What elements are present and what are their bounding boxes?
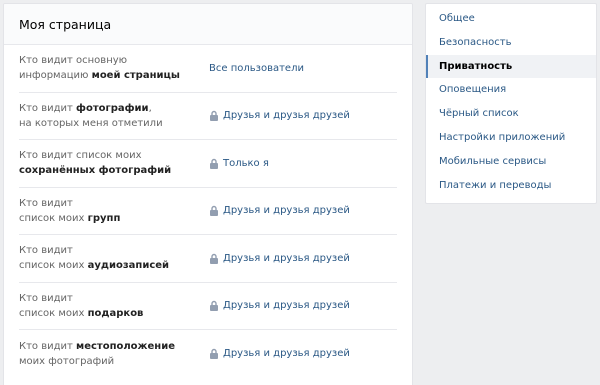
menu-item-general[interactable]: Общее <box>426 7 596 31</box>
label-text: Кто видит <box>19 197 73 209</box>
row-label: Кто видит список моих сохранённых фотогр… <box>19 148 209 178</box>
privacy-row-photo-location: Кто видит местоположение моих фотографий… <box>19 330 397 378</box>
privacy-row-tagged-photos: Кто видит фотографии, на которых меня от… <box>19 93 397 140</box>
privacy-settings-card: Моя страница Кто видит основную информац… <box>3 3 413 385</box>
privacy-value-text: Друзья и друзья друзей <box>223 300 350 312</box>
label-emphasis: подарков <box>87 307 144 319</box>
label-text: Кто видит <box>19 340 77 352</box>
privacy-value-text: Только я <box>223 157 269 169</box>
row-label: Кто видит фотографии, на которых меня от… <box>19 101 209 131</box>
row-label: Кто видит основную информацию моей стран… <box>19 53 209 83</box>
settings-nav-menu: Общее Безопасность Приватность Оповещени… <box>425 3 597 204</box>
page-title: Моя страница <box>19 16 112 32</box>
menu-item-notifications[interactable]: Оповещения <box>426 78 596 102</box>
lock-icon <box>210 158 218 169</box>
label-text: список моих <box>19 212 88 224</box>
lock-icon <box>210 111 218 122</box>
label-text: Кто видит <box>19 102 77 114</box>
privacy-value-text: Друзья и друзья друзей <box>223 348 350 360</box>
menu-item-security[interactable]: Безопасность <box>426 31 596 55</box>
card-header: Моя страница <box>4 4 412 45</box>
menu-item-privacy[interactable]: Приватность <box>426 54 596 79</box>
label-emphasis: сохранённых фотографий <box>19 165 172 177</box>
label-emphasis: аудиозаписей <box>87 260 170 272</box>
label-emphasis: моей страницы <box>91 70 180 82</box>
row-label: Кто видит список моих подарков <box>19 291 209 321</box>
menu-item-blacklist[interactable]: Чёрный список <box>426 102 596 126</box>
label-text: на которых меня отметили <box>19 117 163 129</box>
label-text: Кто видит основную <box>19 55 128 67</box>
lock-icon <box>210 301 218 312</box>
menu-item-payments[interactable]: Платежи и переводы <box>426 174 596 198</box>
label-text: список моих <box>19 307 88 319</box>
privacy-settings-list: Кто видит основную информацию моей стран… <box>4 45 412 378</box>
privacy-value-text: Друзья и друзья друзей <box>223 252 350 264</box>
privacy-value-dropdown[interactable]: Друзья и друзья друзей <box>209 110 350 122</box>
privacy-value-dropdown[interactable]: Друзья и друзья друзей <box>209 205 350 217</box>
privacy-row-audio: Кто видит список моих аудиозаписей Друзь… <box>19 235 397 283</box>
row-label: Кто видит список моих групп <box>19 196 209 226</box>
label-text: Кто видит список моих <box>19 150 142 162</box>
label-emphasis: групп <box>87 212 121 224</box>
privacy-row-saved-photos: Кто видит список моих сохранённых фотогр… <box>19 140 397 188</box>
menu-item-app-settings[interactable]: Настройки приложений <box>426 126 596 150</box>
privacy-value-dropdown[interactable]: Все пользователи <box>209 63 304 74</box>
label-text: Кто видит <box>19 245 73 257</box>
privacy-value-dropdown[interactable]: Только я <box>209 158 269 169</box>
label-text: , <box>148 102 152 114</box>
label-text: список моих <box>19 260 88 272</box>
privacy-value-dropdown[interactable]: Друзья и друзья друзей <box>209 348 350 360</box>
privacy-value-text: Все пользователи <box>209 62 304 74</box>
privacy-value-text: Друзья и друзья друзей <box>223 205 350 217</box>
lock-icon <box>210 349 218 360</box>
lock-icon <box>210 253 218 264</box>
privacy-value-dropdown[interactable]: Друзья и друзья друзей <box>209 300 350 312</box>
label-emphasis: фотографии <box>76 102 149 114</box>
privacy-value-text: Друзья и друзья друзей <box>223 110 350 122</box>
privacy-row-gifts: Кто видит список моих подарков Друзья и … <box>19 283 397 330</box>
label-text: моих фотографий <box>19 355 115 367</box>
privacy-row-main-info: Кто видит основную информацию моей стран… <box>19 45 397 93</box>
row-label: Кто видит местоположение моих фотографий <box>19 339 209 369</box>
privacy-row-groups: Кто видит список моих групп Друзья и дру… <box>19 188 397 235</box>
label-text: Кто видит <box>19 292 73 304</box>
row-label: Кто видит список моих аудиозаписей <box>19 243 209 273</box>
label-emphasis: местоположение <box>76 340 175 352</box>
privacy-value-dropdown[interactable]: Друзья и друзья друзей <box>209 253 350 264</box>
lock-icon <box>210 206 218 217</box>
menu-item-mobile-services[interactable]: Мобильные сервисы <box>426 150 596 174</box>
label-text: информацию <box>19 70 92 82</box>
